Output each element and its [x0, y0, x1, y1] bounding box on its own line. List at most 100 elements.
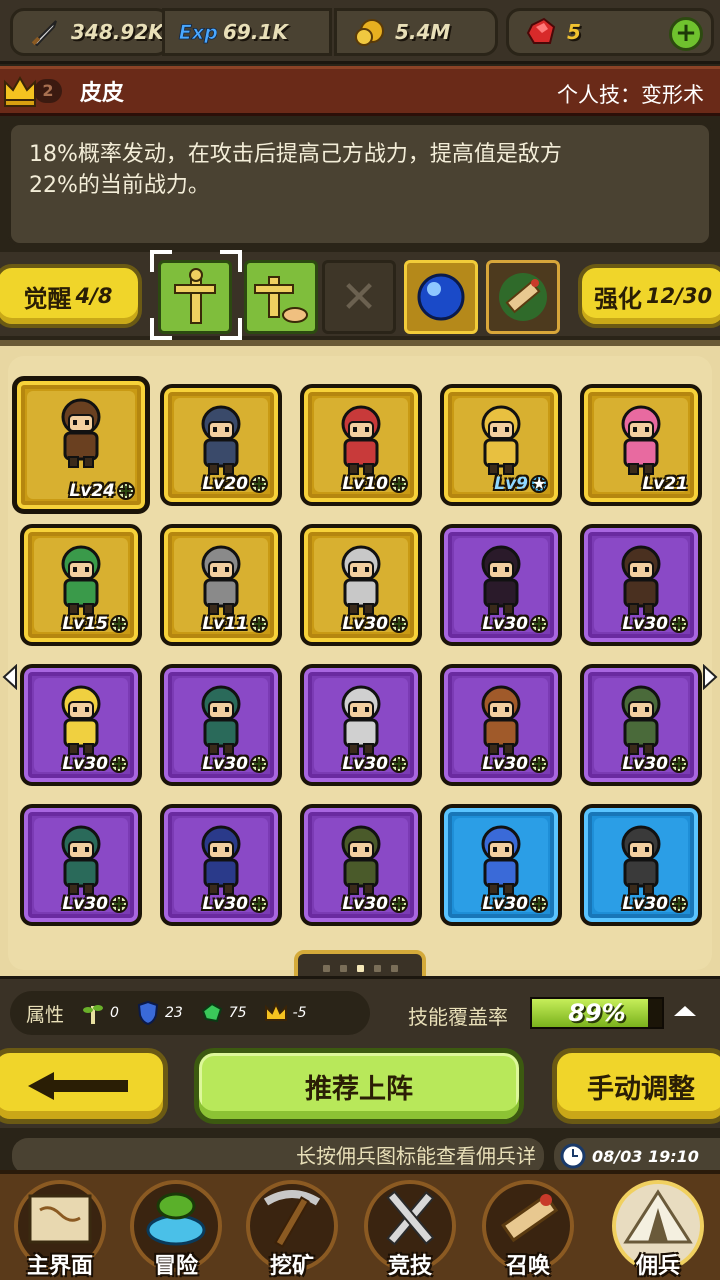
next-page-arrow[interactable]: [702, 664, 718, 690]
level-up-plus-icon[interactable]: +: [250, 615, 268, 633]
level-up-plus-icon[interactable]: +: [670, 755, 688, 773]
mercenary-level-text: Lv30: [202, 894, 248, 914]
mercenary-card[interactable]: Lv30 +: [440, 804, 562, 926]
awaken-slot-orb[interactable]: [404, 260, 478, 334]
mercenary-card[interactable]: Lv11 +: [160, 524, 282, 646]
level-up-plus-icon[interactable]: +: [390, 895, 408, 913]
mercenary-card[interactable]: Lv30 +: [160, 664, 282, 786]
resource-bar: 348.92K Exp 69.1K 5.4M 5 +: [0, 0, 720, 64]
hero-rank-number: 2: [34, 79, 62, 103]
mercenary-level-text: Lv30: [342, 894, 388, 914]
back-button[interactable]: [0, 1048, 168, 1124]
personal-skill: 个人技：变形术: [557, 83, 704, 107]
mercenary-level-text: Lv15: [62, 614, 108, 634]
mercenary-card[interactable]: Lv30 +: [20, 804, 142, 926]
page-dot[interactable]: [373, 964, 381, 972]
level-up-plus-icon[interactable]: +: [250, 475, 268, 493]
page-dot[interactable]: [322, 964, 330, 972]
crown-icon: [4, 76, 36, 107]
mercenary-portrait-icon: [341, 685, 381, 755]
manual-adjust-button[interactable]: 手动调整: [552, 1048, 720, 1124]
mercenary-level-text: Lv20: [202, 474, 248, 494]
awaken-button[interactable]: 觉醒 4/8: [0, 264, 142, 328]
page-dot[interactable]: [390, 964, 398, 972]
level-up-plus-icon[interactable]: +: [250, 895, 268, 913]
mercenary-card[interactable]: Lv30 +: [580, 524, 702, 646]
gold-coin-icon: [349, 15, 389, 49]
mercenary-card[interactable]: Lv30 +: [440, 524, 562, 646]
clock-icon: [560, 1143, 586, 1169]
add-gem-button[interactable]: +: [669, 17, 703, 51]
mercenary-level-text: Lv30: [62, 754, 108, 774]
mercenary-card[interactable]: Lv30 +: [580, 664, 702, 786]
awaken-slot-scroll[interactable]: [486, 260, 560, 334]
nav-mine[interactable]: 挖矿: [236, 1180, 348, 1280]
awaken-slot-tree-pact[interactable]: [244, 260, 318, 334]
attack-resource: 348.92K: [10, 8, 170, 56]
mercenary-portrait-icon: [481, 545, 521, 615]
nav-arena[interactable]: 竞技: [354, 1180, 466, 1280]
star-badge-icon[interactable]: ★: [530, 475, 548, 493]
mercenary-card[interactable]: Lv24 +: [12, 376, 150, 514]
mercenary-card[interactable]: Lv20 +: [160, 384, 282, 506]
prev-page-arrow[interactable]: [2, 664, 18, 690]
exp-resource: Exp 69.1K: [162, 8, 332, 56]
page-dot[interactable]: [339, 964, 347, 972]
level-up-plus-icon[interactable]: +: [390, 475, 408, 493]
clock: 08/03 19:10: [554, 1138, 720, 1174]
enhance-button[interactable]: 强化 12/30: [578, 264, 720, 328]
recommend-deploy-button[interactable]: 推荐上阵: [194, 1048, 524, 1124]
mercenary-level: Lv30 +: [202, 894, 268, 914]
nav-adventure[interactable]: 冒险: [120, 1180, 232, 1280]
nav-home[interactable]: 主界面: [4, 1180, 116, 1280]
mercenary-card[interactable]: Lv30 +: [300, 804, 422, 926]
level-up-plus-icon[interactable]: +: [670, 615, 688, 633]
mercenary-card[interactable]: Lv15 +: [20, 524, 142, 646]
slot-selection-frame: [150, 250, 242, 340]
mercenary-level-text: Lv30: [482, 754, 528, 774]
mercenary-card[interactable]: Lv30 +: [300, 664, 422, 786]
level-up-plus-icon[interactable]: +: [110, 755, 128, 773]
enhance-label: 强化: [593, 284, 642, 313]
gold-resource: 5.4M: [334, 8, 498, 56]
nav-mercenary[interactable]: 佣兵: [602, 1180, 714, 1280]
mercenary-card[interactable]: Lv21: [580, 384, 702, 506]
nav-summon[interactable]: 召唤: [472, 1180, 584, 1280]
mercenary-level: Lv24 +: [69, 481, 135, 501]
level-up-plus-icon[interactable]: +: [530, 615, 548, 633]
mercenary-card[interactable]: Lv30 +: [300, 524, 422, 646]
sprout-icon: [80, 1000, 106, 1026]
skill-description-line: 18%概率发动，在攻击后提高己方战力，提高值是敌方: [29, 142, 562, 167]
mercenary-card[interactable]: Lv30 +: [160, 804, 282, 926]
leaf-gem-icon: [199, 1000, 225, 1026]
level-up-plus-icon[interactable]: +: [117, 482, 135, 500]
mercenary-level: Lv11 +: [202, 614, 268, 634]
level-up-plus-icon[interactable]: +: [110, 895, 128, 913]
level-up-plus-icon[interactable]: +: [530, 895, 548, 913]
level-up-plus-icon[interactable]: +: [670, 895, 688, 913]
mercenary-card[interactable]: Lv10 +: [300, 384, 422, 506]
mercenary-portrait-icon: [341, 545, 381, 615]
level-up-plus-icon[interactable]: +: [110, 615, 128, 633]
mercenary-level-text: Lv30: [342, 754, 388, 774]
expand-triangle-icon[interactable]: [674, 1006, 696, 1016]
mercenary-card[interactable]: Lv30 +: [20, 664, 142, 786]
level-up-plus-icon[interactable]: +: [250, 755, 268, 773]
mercenary-card[interactable]: Lv9 ★: [440, 384, 562, 506]
svg-text:Exp: Exp: [179, 21, 217, 44]
level-up-plus-icon[interactable]: +: [390, 755, 408, 773]
mercenary-card[interactable]: Lv30 +: [580, 804, 702, 926]
hero-header: 2 皮皮 个人技：变形术: [0, 66, 720, 116]
page-dot-active[interactable]: [356, 964, 364, 972]
hint-text: 长按佣兵图标能查看佣兵详: [12, 1138, 544, 1174]
mercenary-card[interactable]: Lv30 +: [440, 664, 562, 786]
awaken-label: 觉醒: [23, 284, 72, 313]
mercenary-level-text: Lv11: [202, 614, 248, 634]
mercenary-level-text: Lv30: [482, 614, 528, 634]
level-up-plus-icon[interactable]: +: [390, 615, 408, 633]
mercenary-level-text: Lv30: [622, 894, 668, 914]
level-up-plus-icon[interactable]: +: [530, 755, 548, 773]
crossed-swords-icon: [386, 1190, 435, 1246]
awaken-slot-empty[interactable]: ✕: [322, 260, 396, 334]
island-icon: [146, 1192, 206, 1246]
